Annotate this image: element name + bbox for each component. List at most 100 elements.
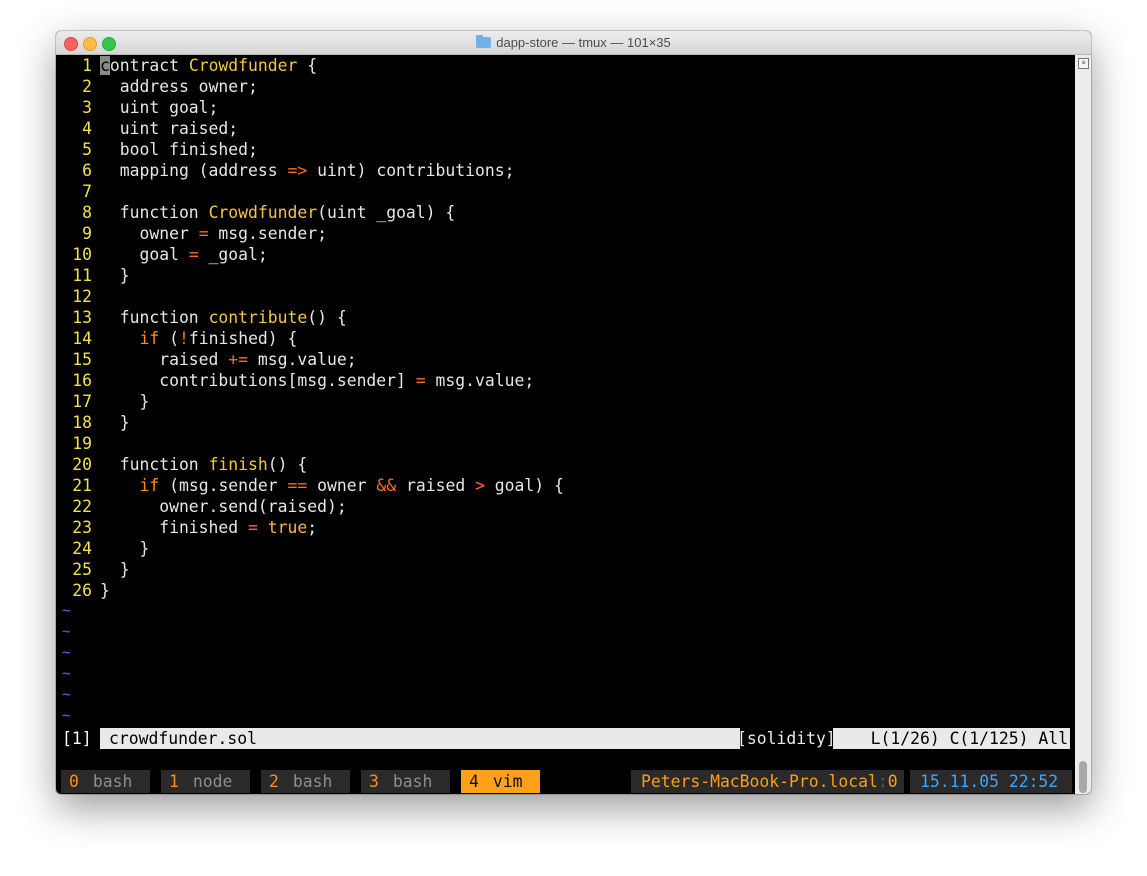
tmux-host: Peters-MacBook-Pro.local:0 — [631, 770, 904, 793]
tmux-window-index: 1 — [169, 772, 179, 791]
line-number: 14 — [72, 329, 92, 348]
line-number: 19 — [72, 434, 92, 453]
vim-editor[interactable]: 1 contract Crowdfunder {2 address owner; 3… — [56, 55, 1075, 727]
line-number: 22 — [72, 497, 92, 516]
code-line[interactable]: 13 function contribute() { — [56, 307, 1075, 328]
code-text[interactable]: contributions[msg.sender] = msg.value; — [100, 371, 534, 390]
code-line[interactable]: 3 uint goal; — [56, 97, 1075, 118]
folder-icon — [476, 35, 492, 48]
code-text[interactable]: finished = true; — [100, 518, 317, 537]
line-number: 21 — [72, 476, 92, 495]
code-line[interactable]: 23 finished = true; — [56, 517, 1075, 538]
tmux-window-1[interactable]: 1 node — [161, 770, 250, 793]
statusline-filetype: [solidity] — [737, 729, 836, 748]
tmux-window-name: vim — [492, 772, 523, 791]
line-number: 17 — [72, 392, 92, 411]
tmux-clock: 15.11.05 22:52 — [910, 770, 1072, 793]
line-number: 11 — [72, 266, 92, 285]
hamburger-icon[interactable]: ≡ — [1078, 58, 1089, 69]
code-text[interactable]: } — [100, 539, 149, 558]
code-text[interactable]: goal = _goal; — [100, 245, 267, 264]
statusline-position: L(1/26) C(1/125) All — [833, 728, 1070, 749]
terminal-window: dapp-store — tmux — 101×35 1 contract Cro… — [56, 31, 1091, 794]
tmux-window-index: 3 — [369, 772, 379, 791]
code-line[interactable]: 25 } — [56, 559, 1075, 580]
code-line[interactable]: 8 function Crowdfunder(uint _goal) { — [56, 202, 1075, 223]
code-line[interactable]: 21 if (msg.sender == owner && raised > g… — [56, 475, 1075, 496]
code-text[interactable]: function contribute() { — [100, 308, 347, 327]
line-number: 1 — [82, 56, 92, 75]
line-number: 12 — [72, 287, 92, 306]
line-number: 5 — [82, 140, 92, 159]
code-line[interactable]: 26} — [56, 580, 1075, 601]
code-line[interactable]: 15 raised += msg.value; — [56, 349, 1075, 370]
tmux-window-4-active[interactable]: 4 vim — [461, 770, 540, 793]
code-text[interactable]: raised += msg.value; — [100, 350, 356, 369]
code-line[interactable]: 4 uint raised; — [56, 118, 1075, 139]
line-number: 7 — [82, 182, 92, 201]
tmux-window-3[interactable]: 3 bash — [361, 770, 450, 793]
line-number: 9 — [82, 224, 92, 243]
code-line[interactable]: 16 contributions[msg.sender] = msg.value… — [56, 370, 1075, 391]
code-text[interactable]: } — [100, 581, 110, 600]
code-text[interactable]: function finish() { — [100, 455, 308, 474]
code-line[interactable]: 2 address owner; — [56, 76, 1075, 97]
code-text[interactable]: } — [100, 392, 149, 411]
code-text[interactable]: function Crowdfunder(uint _goal) { — [100, 203, 456, 222]
code-text[interactable]: } — [100, 560, 130, 579]
code-line[interactable]: 11 } — [56, 265, 1075, 286]
code-line[interactable]: 1 contract Crowdfunder { — [56, 55, 1075, 76]
date: 15.11.05 — [920, 772, 999, 791]
code-text[interactable]: contract Crowdfunder { — [100, 56, 317, 75]
tmux-window-2[interactable]: 2 bash — [261, 770, 350, 793]
code-line[interactable]: 17 } — [56, 391, 1075, 412]
code-line[interactable]: 9 owner = msg.sender; — [56, 223, 1075, 244]
line-number: 2 — [82, 77, 92, 96]
window-title: dapp-store — tmux — 101×35 — [56, 35, 1091, 50]
code-text[interactable]: uint raised; — [100, 119, 238, 138]
tmux-window-0[interactable]: 0 bash — [61, 770, 150, 793]
pane-index: 0 — [887, 772, 898, 791]
code-text[interactable]: bool finished; — [100, 140, 258, 159]
line-number: 15 — [72, 350, 92, 369]
code-line[interactable]: 20 function finish() { — [56, 454, 1075, 475]
vim-statusline: [1] crowdfunder.sol [solidity] L(1/26) C… — [62, 728, 1070, 749]
scrollbar-thumb[interactable] — [1079, 761, 1087, 793]
tmux-window-name: bash — [92, 772, 133, 791]
code-line[interactable]: 10 goal = _goal; — [56, 244, 1075, 265]
line-number: 10 — [72, 245, 92, 264]
buffer-number: [1] — [62, 728, 92, 749]
code-text[interactable]: owner = msg.sender; — [100, 224, 327, 243]
code-text[interactable]: if (msg.sender == owner && raised > goal… — [100, 476, 563, 495]
code-line[interactable]: 14 if (!finished) { — [56, 328, 1075, 349]
code-text[interactable]: uint goal; — [100, 98, 219, 117]
code-text[interactable]: } — [100, 413, 130, 432]
code-line[interactable]: 7 — [56, 181, 1075, 202]
code-line[interactable]: 22 owner.send(raised); — [56, 496, 1075, 517]
line-number: 16 — [72, 371, 92, 390]
code-text[interactable]: owner.send(raised); — [100, 497, 347, 516]
code-line[interactable]: 24 } — [56, 538, 1075, 559]
code-text[interactable]: } — [100, 266, 130, 285]
scrollbar[interactable]: ≡ — [1075, 55, 1091, 794]
empty-line-marker: ~ — [62, 603, 71, 619]
title-bar[interactable]: dapp-store — tmux — 101×35 — [56, 31, 1091, 55]
line-number: 23 — [72, 518, 92, 537]
code-line[interactable]: 12 — [56, 286, 1075, 307]
code-text[interactable]: mapping (address => uint) contributions; — [100, 161, 515, 180]
code-line[interactable]: 6 mapping (address => uint) contribution… — [56, 160, 1075, 181]
code-line[interactable]: 5 bool finished; — [56, 139, 1075, 160]
statusline-filename: crowdfunder.sol — [100, 728, 740, 749]
line-number: 6 — [82, 161, 92, 180]
code-line[interactable]: 18 } — [56, 412, 1075, 433]
line-number: 8 — [82, 203, 92, 222]
code-text[interactable]: address owner; — [100, 77, 258, 96]
tmux-window-index: 2 — [269, 772, 279, 791]
empty-line-marker: ~ — [62, 687, 71, 703]
line-number: 24 — [72, 539, 92, 558]
code-line[interactable]: 19 — [56, 433, 1075, 454]
line-number: 25 — [72, 560, 92, 579]
time: 22:52 — [1008, 772, 1059, 791]
code-text[interactable]: if (!finished) { — [100, 329, 297, 348]
hostname: Peters-MacBook-Pro.local — [641, 772, 878, 791]
